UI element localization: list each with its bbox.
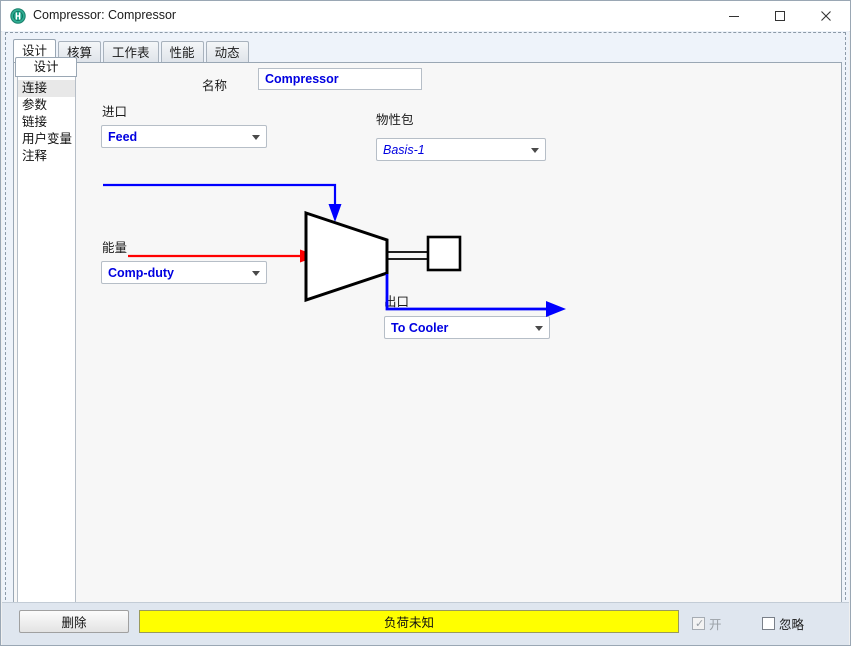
sidebar-item-notes[interactable]: 注释: [18, 148, 75, 165]
chevron-down-icon: [252, 270, 260, 276]
compressor-body-symbol: [304, 210, 389, 303]
compressor-driver-box: [426, 235, 462, 272]
client-area: 设计 核算 工作表 性能 动态 设计 连接 参数 链接 用户变量 注释 名称 C…: [2, 31, 849, 644]
inlet-stream-arrow: [103, 183, 342, 222]
ignore-checkbox-box: [762, 617, 775, 630]
status-badge: 负荷未知: [139, 610, 679, 633]
nav-header-design: 设计: [15, 57, 77, 77]
title-bar: Compressor: Compressor: [1, 1, 850, 32]
design-page: 设计 连接 参数 链接 用户变量 注释 名称 Compressor 进口 Fee…: [13, 57, 842, 630]
design-nav-panel: 设计 连接 参数 链接 用户变量 注释: [15, 57, 77, 626]
maximize-icon: [775, 11, 785, 21]
outlet-label: 出口: [384, 295, 410, 309]
sidebar-item-connections[interactable]: 连接: [18, 80, 75, 97]
outlet-stream-value: To Cooler: [391, 320, 449, 335]
on-checkbox[interactable]: ✓ 开: [692, 614, 722, 633]
on-checkbox-box: ✓: [692, 617, 705, 630]
name-input[interactable]: Compressor: [258, 68, 422, 90]
check-icon: ✓: [695, 618, 705, 630]
ignore-checkbox[interactable]: 忽略: [762, 614, 804, 633]
sidebar-item-user-variables[interactable]: 用户变量: [18, 131, 75, 148]
inlet-stream-value: Feed: [108, 129, 138, 144]
ignore-checkbox-label: 忽略: [779, 618, 805, 632]
window-title: Compressor: Compressor: [33, 8, 177, 22]
maximize-button[interactable]: [757, 1, 803, 31]
minimize-icon: [729, 16, 739, 17]
tab-dynamics[interactable]: 动态: [205, 41, 249, 62]
property-package-label: 物性包: [376, 113, 414, 127]
energy-stream-dropdown[interactable]: Comp-duty: [101, 261, 267, 284]
tab-performance[interactable]: 性能: [160, 41, 204, 62]
nav-list: 连接 参数 链接 用户变量 注释: [18, 80, 75, 165]
close-icon: [821, 11, 831, 21]
energy-label: 能量: [102, 241, 128, 255]
outlet-stream-dropdown[interactable]: To Cooler: [384, 316, 550, 339]
sidebar-item-parameters[interactable]: 参数: [18, 97, 75, 114]
close-button[interactable]: [803, 1, 849, 31]
sidebar-item-links[interactable]: 链接: [18, 114, 75, 131]
minimize-button[interactable]: [711, 1, 757, 31]
chevron-down-icon: [252, 134, 260, 140]
compressor-window: Compressor: Compressor 设计 核算 工作表 性能 动态 设…: [0, 0, 851, 646]
on-checkbox-label: 开: [709, 618, 722, 632]
delete-button[interactable]: 删除: [19, 610, 129, 633]
hysys-icon: [10, 8, 26, 24]
property-package-value: Basis-1: [383, 142, 425, 157]
energy-stream-value: Comp-duty: [108, 265, 174, 280]
chevron-down-icon: [535, 325, 543, 331]
outlet-stream-arrow: [385, 274, 566, 317]
compressor-shaft: [387, 251, 428, 260]
inlet-stream-dropdown[interactable]: Feed: [101, 125, 267, 148]
bottom-status-bar: 删除 负荷未知 ✓ 开 忽略: [2, 602, 849, 645]
tab-worksheet[interactable]: 工作表: [103, 41, 159, 62]
property-package-dropdown[interactable]: Basis-1: [376, 138, 546, 161]
name-label: 名称: [202, 79, 228, 93]
chevron-down-icon: [531, 147, 539, 153]
inlet-label: 进口: [102, 105, 128, 119]
